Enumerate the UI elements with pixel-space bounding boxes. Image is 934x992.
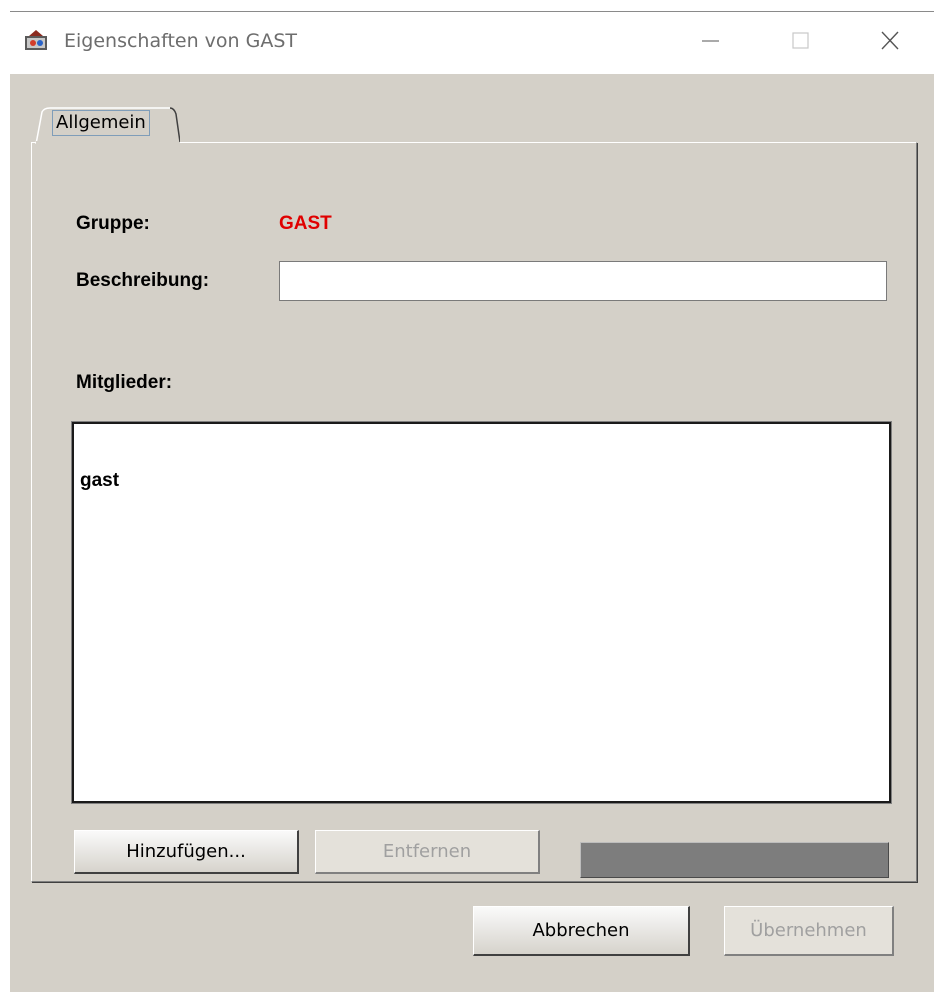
title-bar[interactable]: Eigenschaften von GAST — [10, 12, 934, 74]
tab-general-label: Allgemein — [52, 110, 150, 136]
description-input[interactable] — [279, 261, 887, 301]
members-label: Mitglieder: — [76, 372, 173, 393]
maximize-button[interactable] — [780, 24, 820, 58]
tab-gap — [36, 141, 176, 144]
group-value: GAST — [279, 213, 332, 234]
close-button[interactable] — [870, 24, 910, 58]
apply-button[interactable]: Übernehmen — [724, 906, 894, 956]
group-label: Gruppe: — [76, 213, 150, 234]
inactive-bar — [580, 842, 889, 878]
remove-button[interactable]: Entfernen — [315, 830, 540, 874]
description-label: Beschreibung: — [76, 270, 210, 291]
minimize-icon — [702, 40, 719, 42]
maximize-icon — [792, 32, 809, 49]
tab-general[interactable]: Allgemein — [34, 104, 180, 144]
add-button[interactable]: Hinzufügen... — [74, 830, 299, 874]
properties-dialog: Eigenschaften von GAST Allgemein Gruppe:… — [10, 11, 934, 992]
cancel-button[interactable]: Abbrechen — [473, 906, 690, 956]
minimize-button[interactable] — [690, 24, 730, 58]
window-title: Eigenschaften von GAST — [64, 30, 298, 52]
close-icon — [881, 31, 899, 50]
app-icon — [25, 30, 47, 50]
list-item[interactable]: gast — [80, 470, 119, 492]
members-list[interactable]: gast — [71, 421, 892, 804]
